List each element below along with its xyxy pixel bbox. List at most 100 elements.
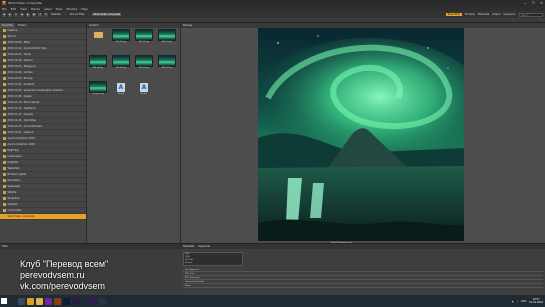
folder-item[interactable]: Work folder composite bbox=[0, 214, 86, 220]
recent-button[interactable]: ▾ bbox=[14, 12, 18, 17]
aftereffects-icon[interactable] bbox=[90, 297, 97, 305]
language-indicator[interactable]: ENG bbox=[521, 300, 526, 303]
document-icon: A bbox=[117, 83, 125, 92]
filter-header: Filter bbox=[0, 244, 181, 249]
workspace-output[interactable]: Output bbox=[492, 13, 500, 16]
forward-button[interactable]: ▶ bbox=[8, 12, 12, 17]
thumbnail[interactable]: AUR_006.jpg bbox=[135, 55, 153, 73]
thumbnail-caption: Composite.jpg bbox=[92, 94, 104, 95]
lightroom-icon[interactable] bbox=[81, 297, 88, 305]
thumbnail-caption: AUR_001.jpg bbox=[115, 42, 127, 43]
folder-icon bbox=[3, 89, 6, 92]
thumbnail-caption: file.psd bbox=[118, 94, 124, 95]
rotate-right-button[interactable]: ↻ bbox=[44, 12, 48, 17]
start-button[interactable] bbox=[1, 298, 7, 304]
folder-icon bbox=[3, 53, 6, 56]
watermark: Клуб "Перевод всем" perevodvsem.ru vk.co… bbox=[20, 259, 108, 292]
menu-tools[interactable]: Tools bbox=[56, 7, 63, 11]
folder-icon bbox=[3, 41, 6, 44]
menu-view[interactable]: View bbox=[20, 7, 27, 11]
favorites-panel: Favorites Folders Desktop Stock 1 2015-10-… bbox=[0, 23, 86, 243]
tab-metadata[interactable]: Metadata bbox=[183, 244, 194, 249]
task-view-icon[interactable] bbox=[18, 297, 25, 305]
thumbnail[interactable] bbox=[89, 29, 107, 47]
minimize-button[interactable]: — bbox=[523, 1, 527, 5]
folder-icon bbox=[3, 95, 6, 98]
taskbar: ▲ ♪ ENG 19:57 01.01.2016 bbox=[0, 295, 545, 307]
refine-button[interactable]: ◧ bbox=[26, 12, 30, 17]
search-icon[interactable] bbox=[9, 297, 16, 305]
folder-list: Desktop Stock 1 2015-10-04 - Milan 2015-10-… bbox=[0, 28, 86, 220]
thumbnail[interactable]: AUR_002.jpg bbox=[135, 29, 153, 47]
thumbnail-caption: AUR_003.jpg bbox=[161, 42, 173, 43]
close-button[interactable]: ✕ bbox=[540, 1, 543, 5]
folder-icon bbox=[3, 47, 6, 50]
folder-icon bbox=[3, 131, 6, 134]
folder-icon bbox=[3, 101, 6, 104]
network-icon[interactable]: ▲ bbox=[512, 300, 514, 303]
thumbnail[interactable]: AUR_003.jpg bbox=[158, 29, 176, 47]
folder-icon bbox=[3, 209, 6, 212]
workspace-essentials[interactable]: Essentials bbox=[445, 12, 462, 16]
thumbnail-caption: AUR_007.jpg bbox=[161, 68, 173, 69]
chrome-icon[interactable] bbox=[27, 297, 34, 305]
breadcrumb-current[interactable]: Work folder composite bbox=[92, 13, 122, 16]
explorer-icon[interactable] bbox=[36, 297, 43, 305]
menu-file[interactable]: File bbox=[2, 7, 7, 11]
maximize-button[interactable]: ☐ bbox=[532, 1, 535, 5]
workspace-keywords[interactable]: Keywords bbox=[504, 13, 515, 16]
clock[interactable]: 19:57 01.01.2016 bbox=[529, 298, 543, 304]
window-title: Work folder composite bbox=[8, 1, 42, 5]
breadcrumb-separator-icon: › bbox=[64, 13, 66, 16]
folder-icon bbox=[3, 161, 6, 164]
camera-icon[interactable]: ◉ bbox=[20, 12, 24, 17]
aurora-thumbnail-image bbox=[112, 29, 130, 41]
app-logo-icon: Br bbox=[2, 1, 6, 5]
tab-keywords[interactable]: Keywords bbox=[198, 244, 209, 249]
thumbnail[interactable]: Composite.jpg bbox=[89, 81, 107, 99]
metadata-section[interactable]: Audio bbox=[183, 284, 543, 288]
tab-folders[interactable]: Folders bbox=[15, 23, 29, 28]
workspace-filmstrip[interactable]: Filmstrip bbox=[465, 13, 475, 16]
bridge-icon[interactable] bbox=[54, 297, 61, 305]
thumbnail-caption: AUR_006.jpg bbox=[138, 68, 150, 69]
workspace-metadata[interactable]: Metadata bbox=[478, 13, 489, 16]
menu-edit[interactable]: Edit bbox=[11, 7, 16, 11]
media-icon[interactable] bbox=[45, 297, 52, 305]
thumbnail[interactable]: Afile.psd bbox=[112, 81, 130, 99]
folder-icon bbox=[3, 113, 6, 116]
aurora-thumbnail-image bbox=[89, 55, 107, 67]
volume-icon[interactable]: ♪ bbox=[517, 300, 519, 303]
menu-help[interactable]: Help bbox=[81, 7, 87, 11]
folder-icon bbox=[3, 149, 6, 152]
thumbnail[interactable]: AUR_004.jpg bbox=[89, 55, 107, 73]
folder-icon bbox=[3, 185, 6, 188]
thumbnail[interactable]: AUR_001.jpg bbox=[112, 29, 130, 47]
thumbnail[interactable]: Afile.psd bbox=[135, 81, 153, 99]
menu-stacks[interactable]: Stacks bbox=[31, 7, 40, 11]
back-button[interactable]: ◀ bbox=[2, 12, 6, 17]
search-input[interactable]: Search bbox=[519, 12, 543, 17]
menu-window[interactable]: Window bbox=[66, 7, 77, 11]
folder-icon bbox=[3, 65, 6, 68]
app-icon[interactable] bbox=[99, 297, 106, 305]
content-header: Content bbox=[87, 23, 180, 28]
thumbnail[interactable]: AUR_005.jpg bbox=[112, 55, 130, 73]
watermark-line: Клуб "Перевод всем" bbox=[20, 259, 109, 269]
folder-icon bbox=[3, 215, 6, 218]
watermark-line: perevodvsem.ru bbox=[20, 270, 85, 280]
folder-icon bbox=[3, 179, 6, 182]
focal-value: 24 mm bbox=[185, 262, 193, 264]
breadcrumb-separator-icon: › bbox=[88, 13, 90, 16]
open-button[interactable]: ▣ bbox=[32, 12, 36, 17]
preview-image[interactable] bbox=[258, 28, 464, 241]
clock-date: 01.01.2016 bbox=[529, 301, 543, 304]
breadcrumb-desktop[interactable]: Desktop bbox=[50, 13, 62, 16]
aurora-thumbnail-image bbox=[135, 55, 153, 67]
photoshop-icon[interactable] bbox=[63, 297, 70, 305]
premiere-icon[interactable] bbox=[72, 297, 79, 305]
thumbnail[interactable]: AUR_007.jpg bbox=[158, 55, 176, 73]
rotate-left-button[interactable]: ↺ bbox=[38, 12, 42, 17]
breadcrumb-docs[interactable]: Docs & Files bbox=[69, 13, 86, 16]
menu-label[interactable]: Label bbox=[44, 7, 52, 11]
